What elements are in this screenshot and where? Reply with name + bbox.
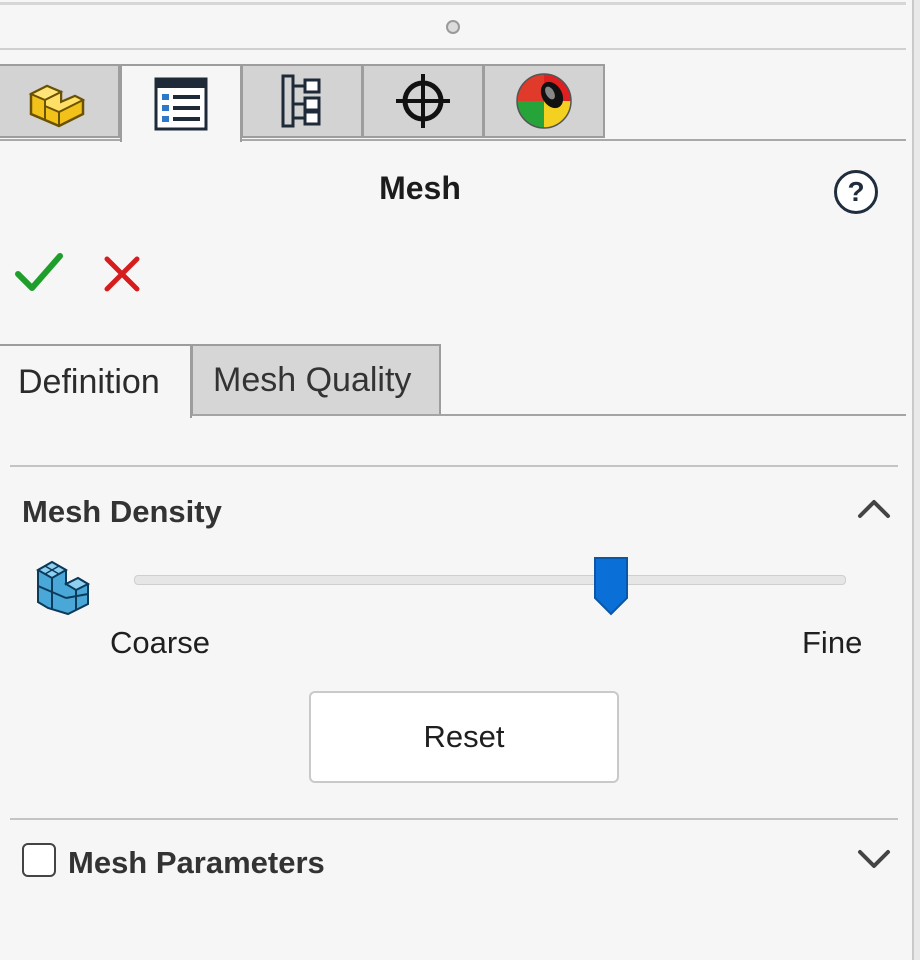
configuration-tree-icon	[281, 74, 321, 128]
mesh-density-slider-thumb[interactable]	[593, 556, 629, 616]
tab-display-manager[interactable]	[483, 64, 605, 138]
page-title: Mesh	[379, 170, 461, 206]
help-icon[interactable]: ?	[834, 170, 878, 214]
sub-tab-bar: Definition Mesh Quality	[0, 344, 906, 418]
mesh-density-title: Mesh Density	[22, 494, 222, 529]
cancel-x-icon[interactable]	[102, 254, 142, 294]
chevron-down-icon[interactable]	[856, 848, 892, 872]
group-divider-2	[10, 818, 898, 820]
part-icon	[28, 84, 86, 128]
mesh-parameters-title: Mesh Parameters	[68, 845, 325, 880]
group-divider	[10, 465, 898, 467]
panel-top-border	[0, 2, 906, 5]
property-list-icon	[154, 77, 208, 131]
tab-dimxpert-manager[interactable]	[362, 64, 484, 138]
tab-definition[interactable]: Definition	[0, 344, 192, 418]
chevron-up-icon[interactable]	[856, 496, 892, 520]
panel-grip-handle[interactable]	[446, 20, 460, 34]
slider-min-label: Coarse	[110, 625, 210, 660]
mesh-property-manager-panel: Mesh ? Definition Mesh Quality Mesh Dens…	[0, 0, 920, 960]
manager-tab-bar	[0, 64, 906, 142]
tab-configuration-manager[interactable]	[241, 64, 363, 138]
panel-splitter[interactable]	[912, 0, 920, 960]
tab-feature-manager[interactable]	[0, 64, 120, 138]
mesh-density-icon	[35, 560, 90, 616]
tab-mesh-quality[interactable]: Mesh Quality	[191, 344, 441, 416]
tab-property-manager[interactable]	[120, 64, 242, 142]
slider-max-label: Fine	[802, 625, 863, 660]
mesh-density-slider-track[interactable]	[134, 575, 846, 585]
sub-tab-baseline	[191, 414, 906, 416]
reset-button[interactable]: Reset	[309, 691, 619, 783]
appearance-ball-icon	[516, 73, 572, 129]
grip-divider	[0, 48, 906, 50]
mesh-parameters-checkbox[interactable]	[22, 843, 56, 877]
ok-checkmark-icon[interactable]	[14, 252, 64, 294]
crosshair-icon	[396, 74, 450, 128]
